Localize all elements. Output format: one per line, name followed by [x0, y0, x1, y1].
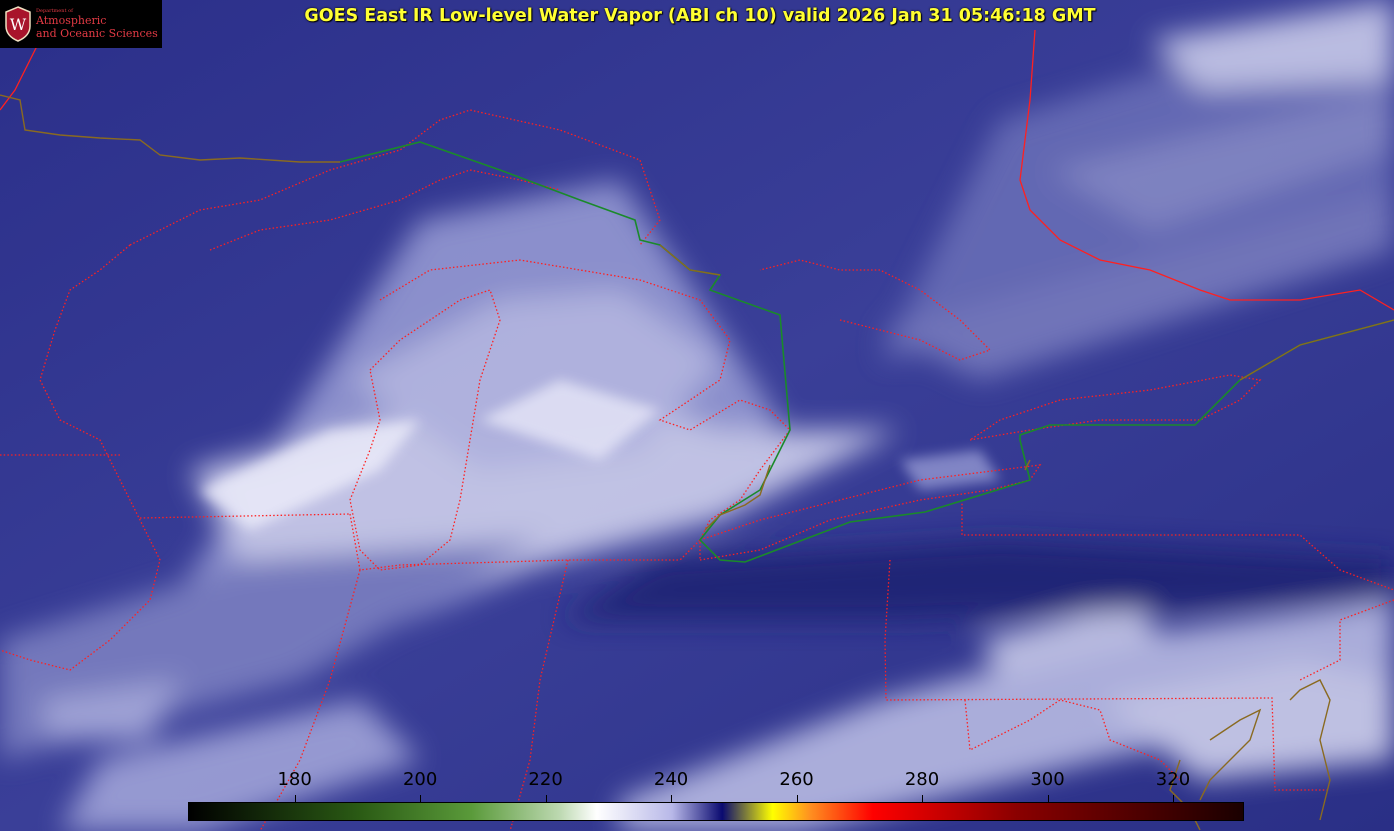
colorbar-tick-label: 260 [779, 769, 814, 790]
aos-logo: W Department of Atmospheric and Oceanic … [0, 0, 162, 48]
uw-crest-icon: W [5, 6, 31, 42]
logo-line1: Atmospheric [36, 14, 107, 27]
colorbar-tick-label: 180 [277, 769, 312, 790]
colorbar-tick-label: 220 [528, 769, 563, 790]
colorbar-tick-label: 320 [1155, 769, 1191, 790]
colorbar-tick-label: 300 [1030, 769, 1065, 790]
crest-letter: W [10, 15, 27, 34]
logo-text: Department of Atmospheric and Oceanic Sc… [36, 8, 158, 40]
image-title: GOES East IR Low-level Water Vapor (ABI … [304, 6, 1096, 26]
logo-line2: and Oceanic Sciences [36, 27, 158, 40]
colorbar [188, 802, 1244, 821]
colorbar-tick-label: 240 [653, 769, 689, 790]
colorbar-tick-label: 280 [904, 769, 940, 790]
satellite-map [0, 0, 1394, 831]
colorbar-tick-label: 200 [402, 769, 438, 790]
